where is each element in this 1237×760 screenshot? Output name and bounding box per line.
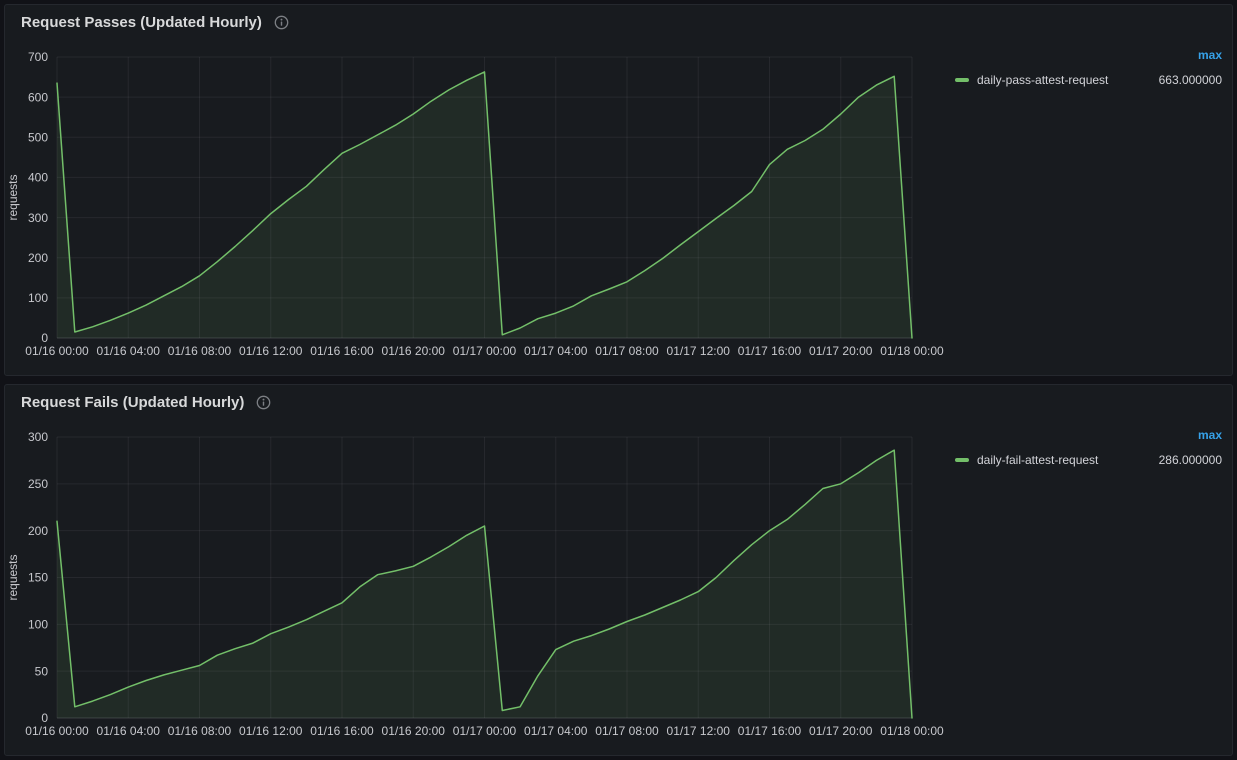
series-color-swatch (955, 458, 969, 462)
svg-text:requests: requests (6, 554, 20, 600)
svg-text:01/18 00:00: 01/18 00:00 (880, 724, 944, 738)
svg-text:200: 200 (28, 524, 48, 538)
series-name[interactable]: daily-fail-attest-request (977, 450, 1098, 470)
svg-text:01/16 16:00: 01/16 16:00 (310, 724, 374, 738)
svg-text:01/16 04:00: 01/16 04:00 (97, 724, 161, 738)
svg-text:01/17 20:00: 01/17 20:00 (809, 344, 873, 358)
svg-text:01/17 04:00: 01/17 04:00 (524, 724, 588, 738)
svg-text:700: 700 (28, 50, 48, 64)
svg-text:01/16 16:00: 01/16 16:00 (310, 344, 374, 358)
series-name[interactable]: daily-pass-attest-request (977, 70, 1108, 90)
svg-text:01/16 20:00: 01/16 20:00 (382, 724, 446, 738)
series-color-swatch (955, 78, 969, 82)
info-icon[interactable] (274, 15, 289, 30)
svg-text:01/17 20:00: 01/17 20:00 (809, 724, 873, 738)
panel-request-fails: Request Fails (Updated Hourly) 050100150… (4, 384, 1233, 756)
svg-text:400: 400 (28, 171, 48, 185)
panel-body: 05010015020025030001/16 00:0001/16 04:00… (5, 419, 1232, 755)
svg-text:600: 600 (28, 90, 48, 104)
svg-text:requests: requests (6, 174, 20, 220)
time-series-chart[interactable]: 05010015020025030001/16 00:0001/16 04:00… (5, 419, 955, 755)
legend: max daily-pass-attest-request 663.000000 (955, 39, 1232, 375)
info-icon[interactable] (256, 395, 271, 410)
svg-text:01/17 00:00: 01/17 00:00 (453, 724, 517, 738)
svg-text:50: 50 (35, 664, 49, 678)
legend-max-header[interactable]: max (955, 428, 1222, 442)
panel-title[interactable]: Request Fails (Updated Hourly) (21, 394, 244, 411)
svg-text:01/16 08:00: 01/16 08:00 (168, 344, 232, 358)
svg-text:01/17 08:00: 01/17 08:00 (595, 344, 659, 358)
svg-text:01/17 12:00: 01/17 12:00 (667, 724, 731, 738)
svg-text:01/17 04:00: 01/17 04:00 (524, 344, 588, 358)
legend-max-header[interactable]: max (955, 48, 1222, 62)
grafana-dashboard: Request Passes (Updated Hourly) 01002003… (0, 0, 1237, 760)
svg-text:250: 250 (28, 477, 48, 491)
panel-header: Request Fails (Updated Hourly) (5, 385, 1232, 419)
svg-text:100: 100 (28, 618, 48, 632)
panel-request-passes: Request Passes (Updated Hourly) 01002003… (4, 4, 1233, 376)
svg-text:01/16 20:00: 01/16 20:00 (382, 344, 446, 358)
svg-text:01/18 00:00: 01/18 00:00 (880, 344, 944, 358)
svg-text:300: 300 (28, 211, 48, 225)
series-max-value: 663.000000 (1159, 70, 1222, 90)
time-series-chart[interactable]: 010020030040050060070001/16 00:0001/16 0… (5, 39, 955, 375)
series-max-value: 286.000000 (1159, 450, 1222, 470)
svg-text:01/16 12:00: 01/16 12:00 (239, 344, 303, 358)
svg-text:01/17 12:00: 01/17 12:00 (667, 344, 731, 358)
panel-body: 010020030040050060070001/16 00:0001/16 0… (5, 39, 1232, 375)
legend: max daily-fail-attest-request 286.000000 (955, 419, 1232, 755)
svg-text:500: 500 (28, 130, 48, 144)
panel-title[interactable]: Request Passes (Updated Hourly) (21, 14, 262, 31)
svg-text:01/16 08:00: 01/16 08:00 (168, 724, 232, 738)
svg-text:200: 200 (28, 251, 48, 265)
svg-text:300: 300 (28, 430, 48, 444)
time-series-canvas[interactable]: 05010015020025030001/16 00:0001/16 04:00… (5, 421, 955, 743)
svg-text:01/17 16:00: 01/17 16:00 (738, 724, 802, 738)
svg-text:100: 100 (28, 291, 48, 305)
svg-text:01/17 08:00: 01/17 08:00 (595, 724, 659, 738)
svg-text:01/16 04:00: 01/16 04:00 (97, 344, 161, 358)
svg-text:150: 150 (28, 571, 48, 585)
svg-text:01/16 00:00: 01/16 00:00 (25, 344, 89, 358)
svg-text:01/17 16:00: 01/17 16:00 (738, 344, 802, 358)
svg-text:01/16 12:00: 01/16 12:00 (239, 724, 303, 738)
svg-text:01/17 00:00: 01/17 00:00 (453, 344, 517, 358)
legend-row: daily-fail-attest-request 286.000000 (955, 450, 1222, 470)
svg-text:01/16 00:00: 01/16 00:00 (25, 724, 89, 738)
time-series-canvas[interactable]: 010020030040050060070001/16 00:0001/16 0… (5, 41, 955, 363)
panel-header: Request Passes (Updated Hourly) (5, 5, 1232, 39)
legend-row: daily-pass-attest-request 663.000000 (955, 70, 1222, 90)
